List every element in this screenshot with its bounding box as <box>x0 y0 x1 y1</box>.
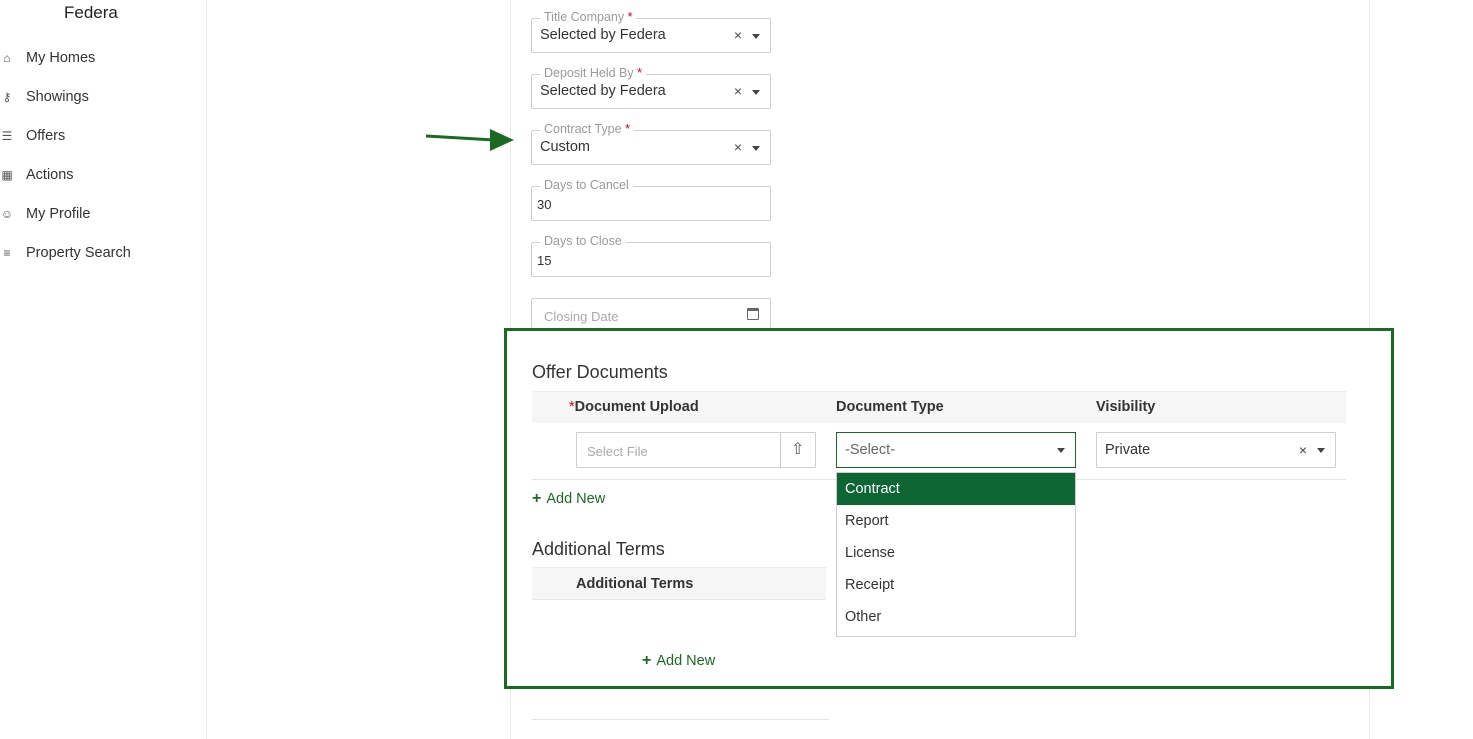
column-header-document-upload: *Document Upload <box>569 399 699 415</box>
closing-date-placeholder: Closing Date <box>544 309 619 324</box>
title-company-select[interactable]: Title Company * Selected by Federa × <box>531 10 771 53</box>
field-label: Contract Type <box>544 122 622 136</box>
column-header-additional-terms: Additional Terms <box>576 576 694 592</box>
title-company-value: Selected by Federa <box>540 27 666 43</box>
sidebar-item-my-homes[interactable]: ⌂ My Homes <box>0 46 95 70</box>
sidebar-item-actions[interactable]: ▦ Actions <box>0 163 74 187</box>
sidebar-item-property-search[interactable]: ≡ Property Search <box>0 241 131 265</box>
clear-icon[interactable]: × <box>734 27 742 43</box>
key-icon: ⚷ <box>2 90 12 104</box>
add-new-label: Add New <box>656 653 716 669</box>
clear-icon[interactable]: × <box>734 83 742 99</box>
sidebar-item-label: Actions <box>26 167 74 183</box>
sidebar-item-label: Offers <box>26 128 66 144</box>
plus-icon: + <box>532 490 542 507</box>
sidebar: Federa ⌂ My Homes ⚷ Showings ☰ Offers ▦ … <box>0 0 207 739</box>
sidebar-item-label: Showings <box>26 89 89 105</box>
visibility-select[interactable]: Private × <box>1096 432 1336 468</box>
document-type-select[interactable]: -Select- <box>836 432 1076 468</box>
dropdown-option-license[interactable]: License <box>837 537 1075 569</box>
dropdown-option-contract[interactable]: Contract <box>837 473 1075 505</box>
add-term-button[interactable]: + Add New <box>642 652 715 670</box>
column-label: Document Upload <box>574 399 699 415</box>
calendar-icon: ▦ <box>1 168 13 182</box>
days-to-close-input[interactable]: Days to Close 15 <box>531 234 771 277</box>
days-to-close-value: 15 <box>537 253 552 268</box>
sidebar-item-offers[interactable]: ☰ Offers <box>0 124 66 148</box>
chevron-down-icon[interactable] <box>752 34 760 39</box>
sidebar-item-my-profile[interactable]: ☺ My Profile <box>0 202 91 226</box>
field-label: Deposit Held By <box>544 66 634 80</box>
calendar-icon[interactable] <box>747 308 759 320</box>
add-document-button[interactable]: + Add New <box>532 490 605 508</box>
field-label: Days to Cancel <box>540 178 633 192</box>
field-label: Title Company <box>544 10 625 24</box>
chevron-down-icon[interactable] <box>752 90 760 95</box>
deposit-held-by-select[interactable]: Deposit Held By * Selected by Federa × <box>531 66 771 109</box>
deposit-held-by-value: Selected by Federa <box>540 83 666 99</box>
chevron-down-icon[interactable] <box>752 146 760 151</box>
contract-type-select[interactable]: Contract Type * Custom × <box>531 122 771 165</box>
document-icon: ☰ <box>1 129 13 143</box>
document-type-dropdown: Contract Report License Receipt Other <box>836 472 1076 637</box>
brand-name: Federa <box>64 3 118 22</box>
sidebar-item-label: My Profile <box>26 206 91 222</box>
sidebar-item-label: Property Search <box>26 245 131 261</box>
column-header-visibility: Visibility <box>1096 399 1156 415</box>
plus-icon: + <box>642 652 652 669</box>
add-new-label: Add New <box>546 491 606 507</box>
additional-terms-title: Additional Terms <box>532 539 665 559</box>
visibility-value: Private <box>1105 442 1151 458</box>
dropdown-option-receipt[interactable]: Receipt <box>837 569 1075 601</box>
days-to-cancel-value: 30 <box>537 197 552 212</box>
required-mark: * <box>625 122 630 136</box>
chevron-down-icon[interactable] <box>1057 448 1065 453</box>
chevron-down-icon[interactable] <box>1317 448 1325 453</box>
clear-icon[interactable]: × <box>1299 442 1307 458</box>
face-icon: ☺ <box>0 207 14 221</box>
arrow-annotation-icon <box>425 129 514 151</box>
required-mark: * <box>637 66 642 80</box>
sidebar-item-label: My Homes <box>26 50 96 66</box>
field-label: Days to Close <box>540 234 626 248</box>
clear-icon[interactable]: × <box>734 139 742 155</box>
select-file-input[interactable]: Select File ⇧ <box>576 432 816 468</box>
document-type-value: -Select- <box>845 442 895 458</box>
select-file-placeholder: Select File <box>587 444 648 459</box>
dropdown-option-other[interactable]: Other <box>837 601 1075 633</box>
divider <box>532 719 829 720</box>
required-mark: * <box>627 10 633 24</box>
dropdown-option-report[interactable]: Report <box>837 505 1075 537</box>
home-icon: ⌂ <box>3 51 11 65</box>
sidebar-item-showings[interactable]: ⚷ Showings <box>0 85 89 109</box>
upload-button[interactable]: ⇧ <box>780 433 815 467</box>
offer-documents-title: Offer Documents <box>532 362 668 382</box>
column-header-document-type: Document Type <box>836 399 944 415</box>
search-list-icon: ≡ <box>3 246 11 260</box>
days-to-cancel-input[interactable]: Days to Cancel 30 <box>531 178 771 221</box>
contract-type-value: Custom <box>540 139 590 155</box>
upload-icon: ⇧ <box>791 441 805 458</box>
